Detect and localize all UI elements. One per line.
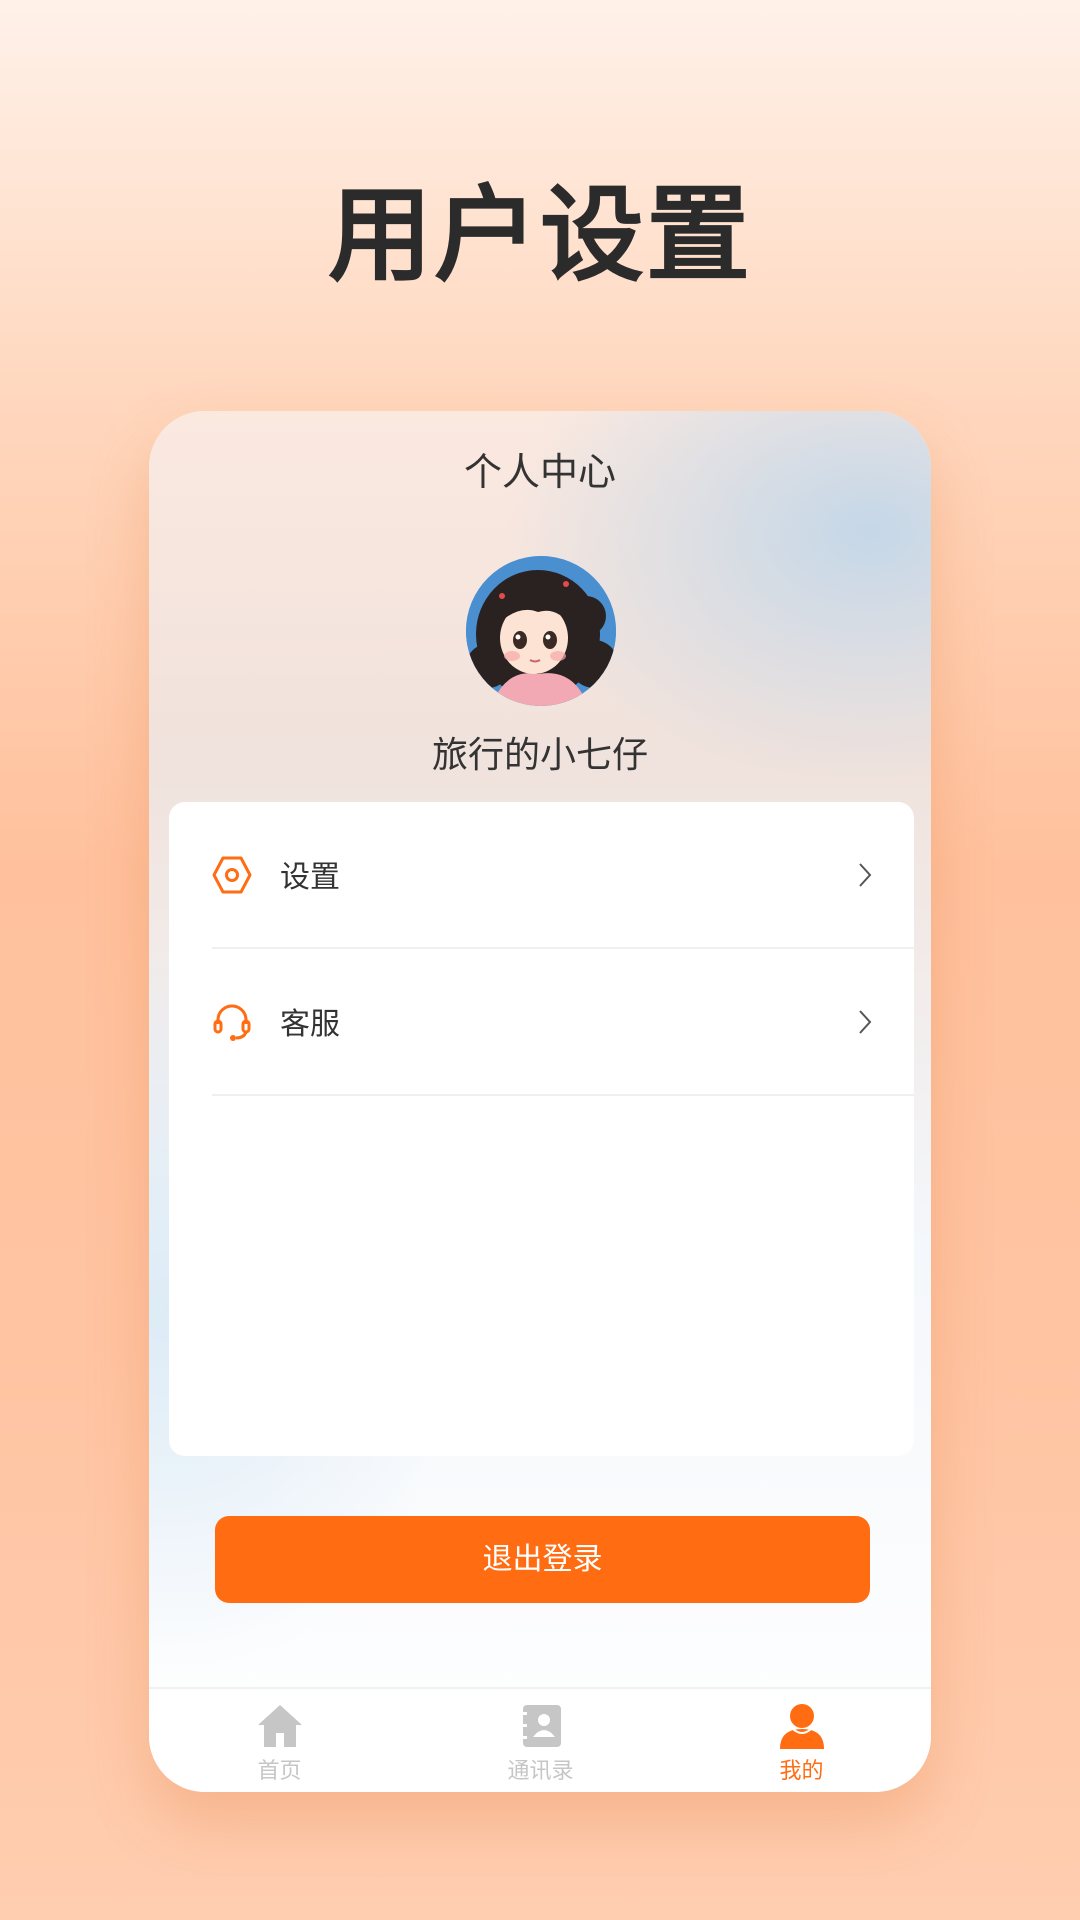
chevron-right-icon (859, 1010, 872, 1034)
logout-button[interactable]: 退出登录 (215, 1516, 870, 1603)
tab-label-me: 我的 (779, 1759, 824, 1784)
user-icon (780, 1704, 824, 1749)
tab-home[interactable]: 首页 (149, 1689, 410, 1792)
username: 旅行的小七仔 (431, 735, 648, 776)
contacts-icon (520, 1705, 561, 1747)
home-icon (258, 1705, 302, 1747)
headset-icon (213, 1004, 251, 1041)
promo-headline: 用户设置 (327, 174, 752, 296)
page-title: 个人中心 (463, 450, 616, 494)
divider (212, 1094, 914, 1096)
phone-screen: 个人中心 旅行的小七仔 设置 客服 退出登录 首页 通讯录 我的 (149, 411, 931, 1792)
settings-hexagon-icon (212, 856, 252, 894)
menu-label-settings: 设置 (280, 860, 340, 895)
tab-contacts[interactable]: 通讯录 (410, 1689, 671, 1792)
chevron-right-icon (859, 863, 872, 887)
menu-item-settings[interactable]: 设置 (169, 802, 914, 949)
tab-label-contacts: 通讯录 (507, 1759, 574, 1784)
tab-me[interactable]: 我的 (671, 1689, 931, 1792)
menu-label-customer-service: 客服 (280, 1007, 340, 1042)
tab-label-home: 首页 (257, 1759, 302, 1784)
avatar[interactable] (466, 556, 616, 706)
menu-item-customer-service[interactable]: 客服 (169, 949, 914, 1096)
bottom-tab-bar: 首页 通讯录 我的 (149, 1687, 931, 1792)
menu-card: 设置 客服 (169, 802, 914, 1456)
